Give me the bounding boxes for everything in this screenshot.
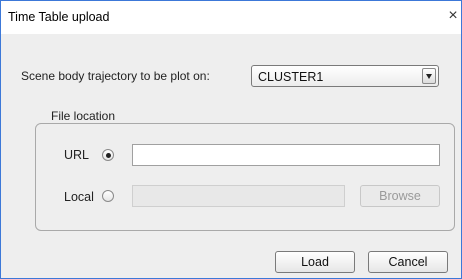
file-location-group-label: File location bbox=[51, 109, 116, 123]
title-bar[interactable]: Time Table upload × bbox=[1, 1, 461, 34]
scene-body-selected-value: CLUSTER1 bbox=[258, 70, 324, 84]
local-label: Local bbox=[64, 190, 94, 204]
scene-body-label: Scene body trajectory to be plot on: bbox=[21, 69, 210, 83]
cancel-button[interactable]: Cancel bbox=[368, 251, 448, 273]
url-label: URL bbox=[64, 148, 90, 162]
browse-button[interactable]: Browse bbox=[360, 185, 440, 207]
time-table-upload-dialog: Time Table upload × Scene body trajector… bbox=[0, 0, 462, 279]
url-input[interactable] bbox=[132, 144, 440, 166]
load-button[interactable]: Load bbox=[275, 251, 355, 273]
file-location-group bbox=[35, 123, 455, 231]
url-radio[interactable] bbox=[102, 149, 114, 161]
window-title: Time Table upload bbox=[8, 10, 110, 24]
local-path-input[interactable] bbox=[132, 185, 345, 207]
close-icon[interactable]: × bbox=[445, 3, 461, 29]
scene-body-dropdown[interactable]: CLUSTER1 bbox=[251, 65, 439, 87]
local-radio[interactable] bbox=[102, 190, 114, 202]
chevron-down-icon[interactable] bbox=[422, 68, 436, 84]
